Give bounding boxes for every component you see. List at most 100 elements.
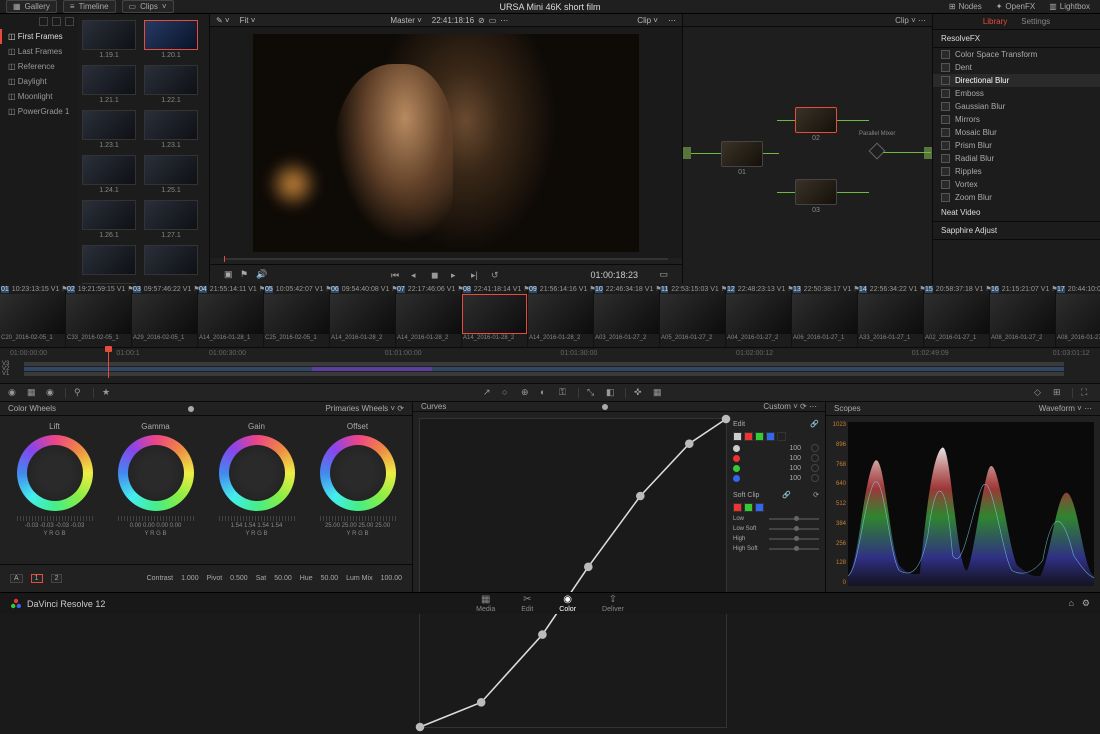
- curve-add[interactable]: [777, 432, 786, 441]
- node-01[interactable]: 01: [721, 141, 763, 167]
- still-thumb[interactable]: 1.20.1: [144, 20, 198, 59]
- clip-thumb[interactable]: 1022:46:34:18V1⚑A03_2016-01-27_2: [594, 284, 660, 347]
- clip-thumb[interactable]: 1720:44:10:09V1⚑A08_2016-01-27_2: [1056, 284, 1100, 347]
- tracker-icon[interactable]: ⊕: [521, 387, 532, 398]
- clip-thumb[interactable]: 1422:56:34:22V1⚑A33_2016-01-27_1: [858, 284, 924, 347]
- fx-mosaic-blur[interactable]: Mosaic Blur: [933, 126, 1100, 139]
- scopes-mode-dropdown[interactable]: Waveform ˅: [1039, 404, 1082, 413]
- camera-raw-icon[interactable]: ◉: [8, 387, 19, 398]
- folder-powergrade-1[interactable]: ◫ PowerGrade 1: [0, 104, 78, 119]
- viewer-frame[interactable]: [253, 34, 639, 252]
- page-a-button[interactable]: A: [10, 574, 23, 583]
- sizing-icon[interactable]: ⤡: [587, 387, 598, 398]
- curves-reset-icon[interactable]: ⟳: [800, 402, 807, 411]
- reset-b[interactable]: [811, 474, 819, 482]
- viewer-picker-icon[interactable]: ✎ ˅: [216, 16, 230, 25]
- still-thumb[interactable]: [82, 245, 136, 277]
- clip-thumb[interactable]: 0510:05:42:07V1⚑C25_2016-02-05_1: [264, 284, 330, 347]
- sc-b[interactable]: [755, 503, 764, 512]
- scopes-more-icon[interactable]: ⋯: [1084, 404, 1092, 413]
- clip-thumb[interactable]: 0822:41:18:14V1⚑A14_2016-01-28_2: [462, 284, 528, 347]
- still-thumb[interactable]: 1.23.1: [82, 110, 136, 149]
- sc-low[interactable]: [769, 518, 819, 520]
- edit-link-icon[interactable]: 🔗: [810, 420, 819, 428]
- gain-slider[interactable]: [219, 516, 295, 521]
- lift-slider[interactable]: [17, 516, 93, 521]
- sc-high[interactable]: [769, 538, 819, 540]
- still-thumb[interactable]: 1.26.1: [82, 200, 136, 239]
- playhead[interactable]: [108, 348, 109, 378]
- fx-vortex[interactable]: Vortex: [933, 178, 1100, 191]
- curve-y[interactable]: [733, 432, 742, 441]
- nodes-toggle[interactable]: ⊞Nodes: [945, 1, 986, 12]
- gallery-toggle[interactable]: ▦Gallery: [6, 0, 57, 13]
- blur-icon[interactable]: ◐: [540, 387, 551, 398]
- lift-wheel[interactable]: [17, 435, 93, 511]
- curves-icon[interactable]: ↗: [483, 387, 494, 398]
- fx-tab-library[interactable]: Library: [983, 17, 1007, 26]
- list-view-icon[interactable]: [39, 17, 48, 26]
- clip-thumb[interactable]: 1322:50:38:17V1⚑A06_2016-01-27_1: [792, 284, 858, 347]
- clip-thumb[interactable]: 1222:48:23:13V1⚑A04_2016-01-27_2: [726, 284, 792, 347]
- curves-more-icon[interactable]: ⋯: [809, 402, 817, 411]
- layout-icon[interactable]: ▭: [489, 16, 497, 25]
- page-1-button[interactable]: 1: [31, 574, 43, 583]
- folder-last-frames[interactable]: ◫ Last Frames: [0, 44, 78, 59]
- clip-thumb[interactable]: 1520:58:37:18V1⚑A02_2016-01-27_1: [924, 284, 990, 347]
- curve-g[interactable]: [755, 432, 764, 441]
- offset-slider[interactable]: [320, 516, 396, 521]
- fx-tab-settings[interactable]: Settings: [1021, 17, 1050, 26]
- flag-icon[interactable]: ▭: [659, 269, 668, 280]
- fx-ripples[interactable]: Ripples: [933, 165, 1100, 178]
- picker-icon[interactable]: ✜: [634, 387, 645, 398]
- page-2-button[interactable]: 2: [51, 574, 63, 583]
- master-dropdown[interactable]: Master ˅: [384, 15, 427, 26]
- clip-thumb[interactable]: 0609:54:40:08V1⚑A14_2016-01-28_2: [330, 284, 396, 347]
- still-thumb[interactable]: 1.21.1: [82, 65, 136, 104]
- first-frame-button[interactable]: ⏮: [391, 270, 401, 280]
- sc-g[interactable]: [744, 503, 753, 512]
- node-03[interactable]: 03: [795, 179, 837, 205]
- clip-thumb[interactable]: 0219:21:59:15V1⚑C33_2016-02-05_1: [66, 284, 132, 347]
- more-icon[interactable]: ⋯: [500, 16, 508, 25]
- node-more-icon[interactable]: ⋯: [668, 16, 676, 25]
- still-thumb[interactable]: 1.24.1: [82, 155, 136, 194]
- softclip-link-icon[interactable]: 🔗: [782, 491, 791, 499]
- grid-view-icon[interactable]: [52, 17, 61, 26]
- gain-wheel[interactable]: [219, 435, 295, 511]
- wheels-mode-dropdown[interactable]: Primaries Wheels ˅: [325, 404, 395, 413]
- folder-reference[interactable]: ◫ Reference: [0, 59, 78, 74]
- reset-g[interactable]: [811, 464, 819, 472]
- fx-color-space-transform[interactable]: Color Space Transform: [933, 48, 1100, 61]
- sc-high-soft[interactable]: [769, 548, 819, 550]
- clip-thumb[interactable]: 0421:55:14:11V1⚑A14_2016-01-28_1: [198, 284, 264, 347]
- unmute-icon[interactable]: ▣: [224, 269, 233, 280]
- curve-graph[interactable]: [419, 418, 727, 728]
- fx-dent[interactable]: Dent: [933, 61, 1100, 74]
- curve-b[interactable]: [766, 432, 775, 441]
- settings-icon[interactable]: ⚙: [1082, 598, 1090, 609]
- volume-icon[interactable]: 🔊: [256, 269, 267, 280]
- color-match-icon[interactable]: ▦: [27, 387, 38, 398]
- page-deliver[interactable]: ⇪Deliver: [602, 594, 624, 613]
- thumbnail-strip[interactable]: 0110:23:13:15V1⚑C20_2016-02-05_10219:21:…: [0, 284, 1100, 348]
- fx-emboss[interactable]: Emboss: [933, 87, 1100, 100]
- gamma-wheel[interactable]: [118, 435, 194, 511]
- fx-zoom-blur[interactable]: Zoom Blur: [933, 191, 1100, 204]
- motion-icon[interactable]: ▦: [653, 387, 664, 398]
- key-icon[interactable]: ⚿: [559, 387, 570, 398]
- clip-thumb[interactable]: 1122:53:15:03V1⚑A05_2016-01-27_2: [660, 284, 726, 347]
- page-edit[interactable]: ✂Edit: [521, 594, 533, 613]
- page-media[interactable]: ▦Media: [476, 594, 495, 613]
- folder-moonlight[interactable]: ◫ Moonlight: [0, 89, 78, 104]
- window-icon[interactable]: ○: [502, 387, 513, 398]
- next-frame-button[interactable]: ▸|: [471, 270, 481, 280]
- clip-dropdown[interactable]: Clip ˅: [631, 15, 664, 26]
- still-thumb[interactable]: 1.23.1: [144, 110, 198, 149]
- play-button[interactable]: ▸: [451, 270, 461, 280]
- keyframes-panel-icon[interactable]: ◇: [1034, 387, 1045, 398]
- fx-radial-blur[interactable]: Radial Blur: [933, 152, 1100, 165]
- openfx-toggle[interactable]: ✦OpenFX: [992, 1, 1040, 12]
- primaries-icon[interactable]: ◉: [46, 387, 57, 398]
- reset-r[interactable]: [811, 454, 819, 462]
